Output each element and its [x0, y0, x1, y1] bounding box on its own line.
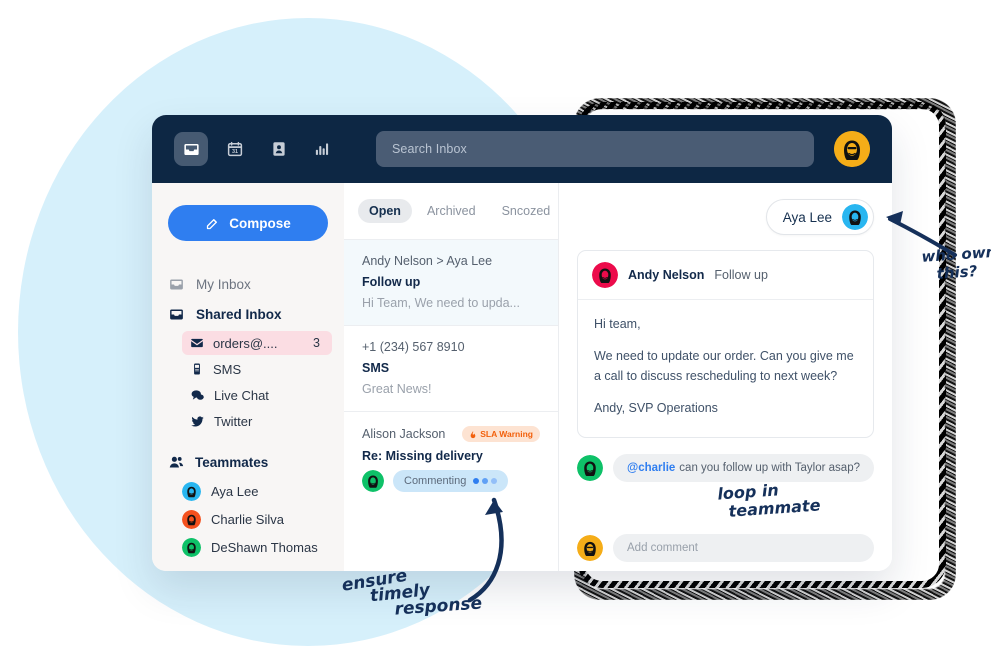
svg-text:31: 31: [232, 149, 238, 155]
teammate-name: DeShawn Thomas: [211, 539, 318, 555]
message-sender: Andy Nelson: [628, 268, 705, 282]
conversation-row[interactable]: +1 (234) 567 8910 SMS Great News!: [344, 325, 558, 411]
status-badge: SLA Warning: [462, 426, 540, 442]
teammate-name: Charlie Silva: [211, 511, 284, 527]
conversation-subject: Re: Missing delivery: [362, 449, 483, 463]
message-body: Hi team, We need to update our order. Ca…: [578, 300, 873, 437]
sidebar-channel-orders[interactable]: orders@.... 3: [182, 331, 332, 355]
channel-label: orders@....: [213, 335, 278, 351]
add-comment-input[interactable]: Add comment: [613, 533, 874, 562]
teammate-charlie-silva[interactable]: Charlie Silva: [182, 505, 332, 533]
tab-open[interactable]: Open: [358, 199, 412, 223]
conversation-subject: SMS: [362, 361, 390, 375]
message-paragraph: We need to update our order. Can you giv…: [594, 349, 854, 383]
commenting-label: Commenting: [404, 475, 467, 487]
conversation-subject: Follow up: [362, 275, 421, 289]
channel-label: Twitter: [214, 413, 253, 429]
conversation-tabs: Open Archived Sncozed: [344, 183, 558, 239]
conversation-participants: Andy Nelson > Aya Lee: [362, 254, 493, 268]
sidebar-channel-twitter[interactable]: Twitter: [182, 409, 332, 433]
top-navigation-bar: 31 Search Inbox: [152, 115, 892, 183]
message-card: Andy Nelson Follow up Hi team, We need t…: [577, 250, 874, 438]
teammates-header: Teammates: [152, 447, 344, 477]
avatar: [577, 454, 603, 481]
inbox-icon[interactable]: [174, 132, 208, 166]
tab-archived[interactable]: Archived: [416, 199, 487, 223]
inbox-outline-icon: [170, 279, 183, 289]
add-comment-placeholder: Add comment: [627, 541, 698, 554]
teammates-label: Teammates: [195, 454, 269, 470]
calendar-icon[interactable]: 31: [218, 132, 252, 166]
sidebar: Compose My Inbox Shared Inbox orders@...…: [152, 183, 344, 571]
channel-label: SMS: [213, 361, 242, 377]
tab-snoozed[interactable]: Sncozed: [491, 199, 562, 223]
teammate-deshawn-thomas[interactable]: DeShawn Thomas: [182, 533, 332, 561]
account-avatar[interactable]: [834, 131, 870, 167]
conversation-preview: Hi Team, We need to upda...: [362, 296, 520, 310]
avatar: [842, 204, 868, 230]
channel-count: 3: [313, 336, 320, 350]
annotation-who-owns-this: who owns this?: [921, 242, 991, 284]
my-inbox-label: My Inbox: [196, 276, 251, 292]
people-icon: [169, 456, 184, 467]
typing-dots-icon: [473, 478, 498, 484]
teammate-name: Aya Lee: [211, 483, 259, 499]
analytics-icon[interactable]: [306, 132, 340, 166]
chat-icon: [191, 389, 204, 400]
avatar: [362, 470, 384, 492]
sidebar-item-shared-inbox[interactable]: Shared Inbox: [152, 299, 344, 329]
commenting-indicator: Commenting: [362, 470, 540, 492]
annotation-loop-in-teammate: loop in teammate: [717, 478, 821, 522]
add-comment-row: Add comment: [577, 533, 874, 562]
mobile-icon: [194, 363, 200, 375]
conversation-participants: +1 (234) 567 8910: [362, 340, 465, 354]
conversation-preview: Great News!: [362, 382, 432, 396]
assignee-name: Aya Lee: [782, 209, 832, 225]
avatar: [182, 537, 201, 557]
compose-label: Compose: [229, 215, 291, 231]
message-paragraph: Hi team,: [594, 317, 641, 331]
avatar: [592, 262, 618, 288]
avatar: [182, 509, 201, 529]
status-badge-label: SLA Warning: [480, 429, 533, 439]
conversation-header-row: Alison Jackson SLA Warning: [362, 426, 540, 442]
comment-row: @charlie can you follow up with Taylor a…: [577, 453, 874, 482]
conversation-row[interactable]: Alison Jackson SLA Warning Re: Missing d…: [344, 411, 558, 507]
shared-inbox-icon: [170, 309, 183, 319]
annotation-line: this?: [936, 262, 978, 283]
sidebar-channel-sms[interactable]: SMS: [182, 357, 332, 381]
teammate-aya-lee[interactable]: Aya Lee: [182, 477, 332, 505]
twitter-icon: [191, 415, 204, 426]
message-header: Andy Nelson Follow up: [578, 251, 873, 300]
commenting-pill: Commenting: [393, 470, 509, 492]
avatar: [182, 481, 201, 501]
assignee-selector[interactable]: Aya Lee: [765, 199, 874, 235]
annotation-line: response: [393, 593, 483, 620]
assignee-row: Aya Lee: [577, 199, 874, 235]
compose-button[interactable]: Compose: [168, 205, 328, 241]
contacts-icon[interactable]: [262, 132, 296, 166]
channel-label: Live Chat: [214, 387, 269, 403]
comment-text: can you follow up with Taylor asap?: [679, 461, 860, 474]
comment-bubble: @charlie can you follow up with Taylor a…: [613, 453, 874, 482]
sidebar-item-my-inbox[interactable]: My Inbox: [152, 269, 344, 299]
search-input[interactable]: Search Inbox: [376, 131, 814, 167]
avatar: [577, 534, 603, 561]
compose-pencil-icon: [207, 218, 218, 229]
message-subject: Follow up: [714, 268, 768, 282]
flame-icon: [470, 430, 476, 438]
conversation-participants: Alison Jackson: [362, 427, 446, 441]
sidebar-channel-live-chat[interactable]: Live Chat: [182, 383, 332, 407]
search-placeholder: Search Inbox: [392, 142, 467, 156]
message-paragraph: Andy, SVP Operations: [594, 401, 718, 416]
conversation-list: Open Archived Sncozed Andy Nelson > Aya …: [344, 183, 559, 571]
envelope-icon: [191, 338, 203, 348]
shared-inbox-label: Shared Inbox: [196, 306, 282, 322]
conversation-row[interactable]: Andy Nelson > Aya Lee Follow up Hi Team,…: [344, 239, 558, 325]
comment-mention[interactable]: @charlie: [627, 462, 675, 474]
